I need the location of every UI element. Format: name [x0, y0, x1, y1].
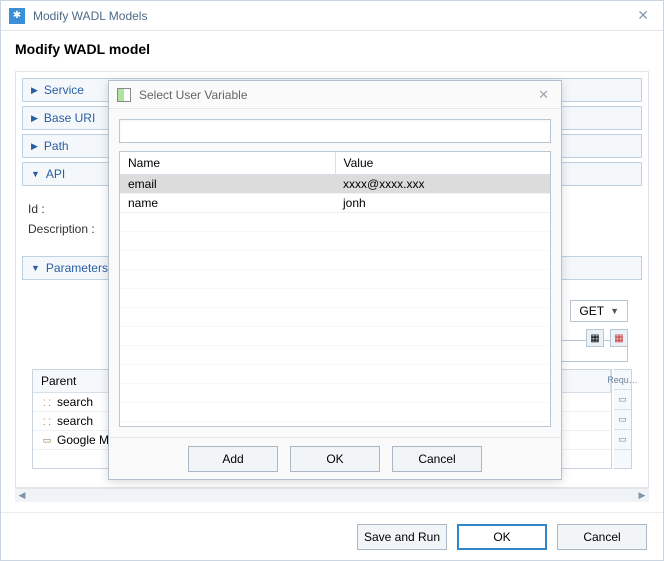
param-table-right: Requ… ▭ ▭ ▭: [614, 369, 632, 469]
dialog-title: Select User Variable: [139, 88, 534, 102]
cancel-button[interactable]: Cancel: [557, 524, 647, 550]
caret-right-icon: ▶: [31, 141, 38, 152]
window-title: Modify WADL Models: [33, 9, 631, 23]
app-icon: ✱: [9, 8, 25, 24]
remove-column-button[interactable]: ▦: [610, 329, 628, 347]
scroll-left-icon[interactable]: ◀: [15, 490, 29, 501]
window-close-icon[interactable]: ✕: [631, 5, 655, 26]
param-label: search: [57, 395, 93, 409]
param-label: search: [57, 414, 93, 428]
page-subheader: Modify WADL model: [15, 41, 649, 57]
section-service-label: Service: [44, 83, 84, 97]
add-column-button[interactable]: ▦: [586, 329, 604, 347]
col-requ: Requ…: [614, 370, 631, 390]
col-name: Name: [120, 152, 336, 174]
caret-down-icon: ▼: [31, 169, 40, 179]
var-value: jonh: [335, 194, 550, 212]
variable-row[interactable]: name jonh: [120, 194, 550, 213]
col-value: Value: [336, 152, 551, 174]
var-value: xxxx@xxxx.xxx: [335, 175, 550, 193]
mini-cell[interactable]: ▭: [614, 430, 631, 450]
caret-down-icon: ▼: [31, 263, 40, 273]
section-parameters-label: Parameters: [46, 261, 108, 275]
variable-table-header: Name Value: [120, 152, 550, 175]
scroll-right-icon[interactable]: ▶: [635, 490, 649, 501]
section-api-label: API: [46, 167, 65, 181]
tree-icon: ⸬: [41, 415, 53, 427]
footer: Save and Run OK Cancel: [1, 512, 663, 560]
section-path-label: Path: [44, 139, 69, 153]
titlebar: ✱ Modify WADL Models ✕: [1, 1, 663, 31]
save-and-run-button[interactable]: Save and Run: [357, 524, 447, 550]
dialog-footer: Add OK Cancel: [109, 437, 561, 479]
dialog-body: Name Value email xxxx@xxxx.xxx name jonh: [109, 109, 561, 437]
variable-search-input[interactable]: [119, 119, 551, 143]
id-label: Id :: [28, 202, 118, 216]
method-select-wrap: GET ▼: [570, 300, 628, 322]
horizontal-scrollbar[interactable]: ◀ ▶: [15, 488, 649, 502]
variable-row[interactable]: email xxxx@xxxx.xxx: [120, 175, 550, 194]
caret-down-icon: ▼: [610, 306, 619, 316]
caret-right-icon: ▶: [31, 85, 38, 96]
ok-button[interactable]: OK: [457, 524, 547, 550]
select-user-variable-dialog: Select User Variable ✕ Name Value email …: [108, 80, 562, 480]
method-select[interactable]: GET ▼: [570, 300, 628, 322]
dialog-icon: [117, 88, 131, 102]
variable-table-empty: [120, 213, 550, 426]
method-value: GET: [579, 304, 604, 318]
dialog-close-icon[interactable]: ✕: [534, 87, 553, 103]
dialog-ok-button[interactable]: OK: [290, 446, 380, 472]
add-button[interactable]: Add: [188, 446, 278, 472]
caret-right-icon: ▶: [31, 113, 38, 124]
mini-cell[interactable]: ▭: [614, 390, 631, 410]
variable-table: Name Value email xxxx@xxxx.xxx name jonh: [119, 151, 551, 427]
description-label: Description :: [28, 222, 118, 236]
dialog-titlebar: Select User Variable ✕: [109, 81, 561, 109]
section-base-uri-label: Base URI: [44, 111, 95, 125]
var-name: email: [120, 175, 335, 193]
var-name: name: [120, 194, 335, 212]
param-toolbar: ▦ ▦: [586, 329, 628, 347]
doc-icon: ▭: [41, 434, 53, 446]
mini-cell[interactable]: ▭: [614, 410, 631, 430]
dialog-cancel-button[interactable]: Cancel: [392, 446, 482, 472]
tree-icon: ⸬: [41, 396, 53, 408]
param-label: Google Ma: [57, 433, 116, 447]
